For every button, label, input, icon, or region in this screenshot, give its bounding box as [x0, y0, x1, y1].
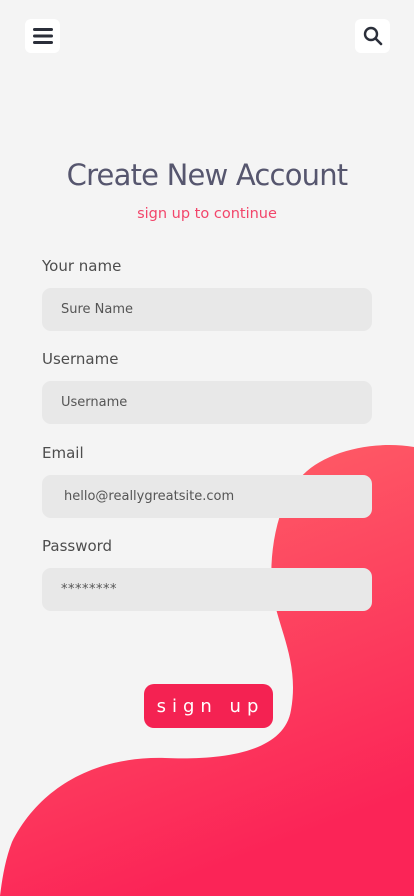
page-title: Create New Account [66, 158, 349, 192]
username-label: Username [42, 350, 119, 368]
search-button[interactable] [355, 19, 390, 53]
name-placeholder: Sure Name [61, 302, 134, 317]
email-value: hello@reallygreatsite.com [64, 489, 235, 504]
email-field[interactable]: hello@reallygreatsite.com [42, 475, 372, 518]
sign-up-label: sign up [156, 695, 265, 717]
password-field[interactable]: ******** [42, 568, 372, 611]
username-placeholder: Username [61, 395, 128, 410]
hamburger-icon [32, 28, 53, 44]
menu-button[interactable] [25, 19, 60, 53]
password-value: ******** [61, 582, 117, 597]
sign-up-button[interactable]: sign up [144, 684, 273, 728]
password-label: Password [42, 537, 113, 555]
name-label: Your name [42, 257, 122, 275]
search-icon [363, 26, 382, 46]
email-label: Email [42, 444, 84, 462]
name-field[interactable]: Sure Name [42, 288, 372, 331]
username-field[interactable]: Username [42, 381, 372, 424]
page-subtitle: sign up to continue [137, 206, 277, 222]
